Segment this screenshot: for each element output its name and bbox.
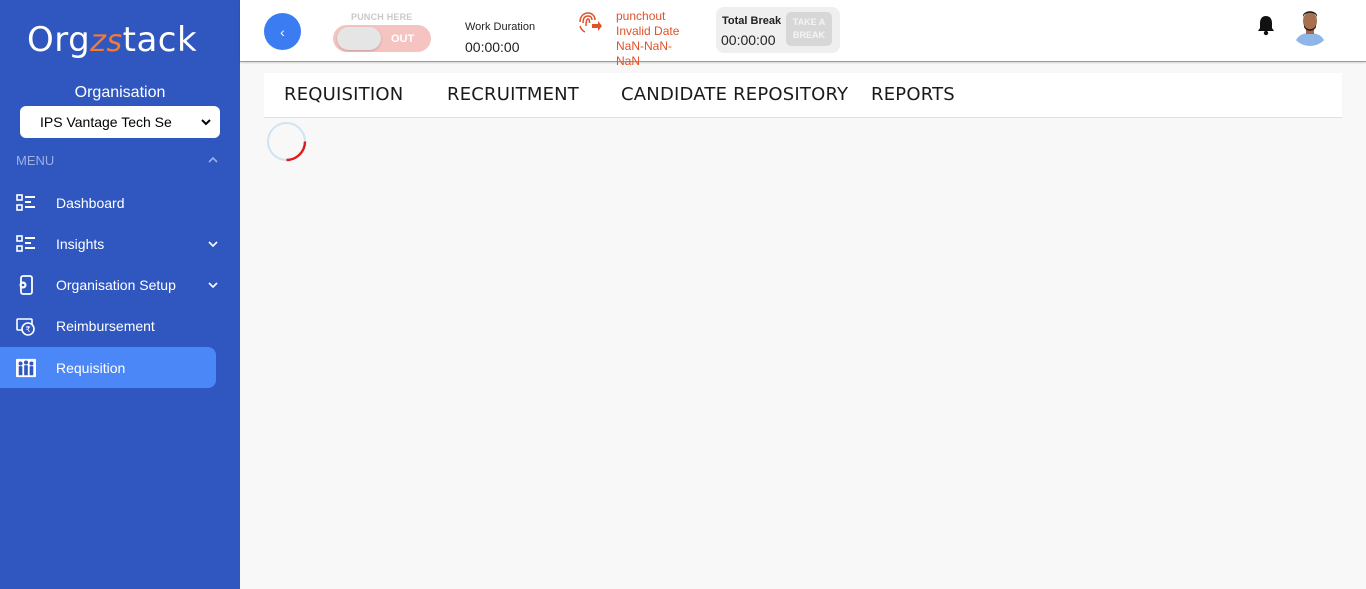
sidebar-item-label: Requisition [56, 359, 126, 376]
total-break-panel: Total Break 00:00:00 TAKE A BREAK [716, 7, 840, 53]
sidebar: Orgzstack Organisation IPS Vantage Tech … [0, 0, 240, 589]
take-break-button[interactable]: TAKE A BREAK [786, 12, 832, 46]
sidebar-item-insights[interactable]: Insights [0, 223, 218, 264]
top-bar: ‹ PUNCH HERE OUT Work Duration 00:00:00 … [240, 0, 1366, 68]
take-break-label: BREAK [792, 30, 825, 40]
chevron-down-icon [208, 281, 218, 288]
sidebar-item-label: Reimbursement [56, 317, 155, 334]
sidebar-item-label: Organisation Setup [56, 276, 176, 293]
avatar[interactable] [1290, 6, 1330, 46]
sidebar-item-label: Insights [56, 235, 105, 252]
punch-status-label: punchout [616, 9, 666, 23]
fingerprint-icon [579, 12, 602, 33]
dashboard-icon [16, 193, 36, 213]
work-duration-label: Work Duration [465, 21, 536, 33]
sidebar-item-reimbursement[interactable]: ₹ Reimbursement [0, 305, 216, 346]
organisation-setup-icon [16, 274, 36, 295]
tab-recruitment[interactable]: RECRUITMENT [447, 84, 579, 105]
punch-toggle-knob [337, 27, 381, 50]
app-logo[interactable]: Orgzstack [27, 20, 197, 60]
bell-icon[interactable] [1256, 14, 1276, 36]
tab-reports[interactable]: REPORTS [871, 84, 955, 105]
sidebar-item-dashboard[interactable]: Dashboard [0, 182, 216, 223]
punch-label: PUNCH HERE [351, 12, 413, 22]
svg-text:₹: ₹ [25, 325, 30, 334]
sidebar-item-label: Dashboard [56, 194, 125, 211]
loading-spinner-icon [267, 122, 307, 162]
chevron-down-icon [208, 240, 218, 247]
total-break-label: Total Break [722, 15, 782, 27]
work-duration-value: 00:00:00 [465, 39, 520, 55]
chevron-down-icon [201, 119, 211, 126]
punch-date: Invalid Date [616, 24, 680, 38]
collapse-sidebar-button[interactable]: ‹ [264, 13, 301, 50]
punch-state: OUT [391, 33, 415, 45]
sidebar-item-organisation-setup[interactable]: Organisation Setup [0, 264, 218, 305]
menu-section-label: MENU [16, 153, 55, 168]
sidebar-item-requisition[interactable]: Requisition [0, 347, 216, 388]
requisition-icon [16, 358, 36, 378]
organisation-label: Organisation [74, 84, 166, 101]
punch-status: punchout Invalid Date NaN-NaN- NaN [616, 9, 696, 69]
total-break-value: 00:00:00 [721, 32, 776, 48]
tab-candidate-repository[interactable]: CANDIDATE REPOSITORY [621, 84, 848, 105]
reimbursement-icon: ₹ [16, 316, 36, 336]
take-break-label: TAKE A [792, 17, 826, 27]
insights-icon [16, 234, 36, 254]
tab-requisition[interactable]: REQUISITION [284, 84, 403, 105]
tab-bar: REQUISITION RECRUITMENT CANDIDATE REPOSI… [264, 73, 1342, 118]
chevron-up-icon[interactable] [207, 154, 219, 166]
punch-date-line: NaN [616, 54, 641, 68]
organisation-select-value: IPS Vantage Tech Se [40, 114, 172, 130]
punch-toggle[interactable]: OUT [333, 25, 431, 52]
punch-date-line: NaN-NaN- [616, 39, 673, 53]
organisation-select[interactable]: IPS Vantage Tech Se [20, 106, 220, 138]
